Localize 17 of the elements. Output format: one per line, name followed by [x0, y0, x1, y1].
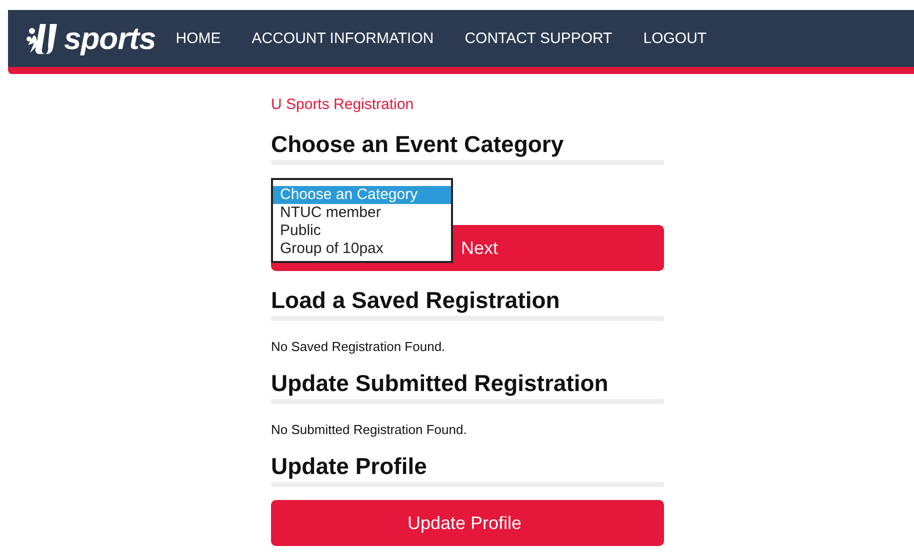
- logo-text: sports: [64, 20, 156, 56]
- section-heading: Update Submitted Registration: [271, 370, 664, 404]
- section-heading: Choose an Event Category: [271, 131, 664, 165]
- dropdown-option[interactable]: NTUC member: [273, 204, 451, 222]
- nav-link[interactable]: HOME: [176, 30, 221, 47]
- breadcrumb-link[interactable]: U Sports Registration: [271, 96, 664, 113]
- status-message: No Submitted Registration Found.: [271, 422, 468, 437]
- nav-link[interactable]: ACCOUNT INFORMATION: [252, 30, 434, 47]
- category-dropdown-list[interactable]: Choose an Category NTUC member Public Group of 10pax: [271, 178, 453, 263]
- dropdown-option[interactable]: Group of 10pax: [273, 240, 451, 258]
- section-heading: Update Profile: [271, 453, 664, 487]
- status-message: No Saved Registration Found.: [271, 339, 446, 354]
- update-profile-button[interactable]: Update Profile: [271, 500, 664, 546]
- section-heading: Load a Saved Registration: [271, 287, 664, 321]
- nav-link[interactable]: CONTACT SUPPORT: [464, 30, 612, 47]
- nav-link[interactable]: LOGOUT: [643, 30, 707, 47]
- dropdown-option[interactable]: Public: [273, 222, 451, 240]
